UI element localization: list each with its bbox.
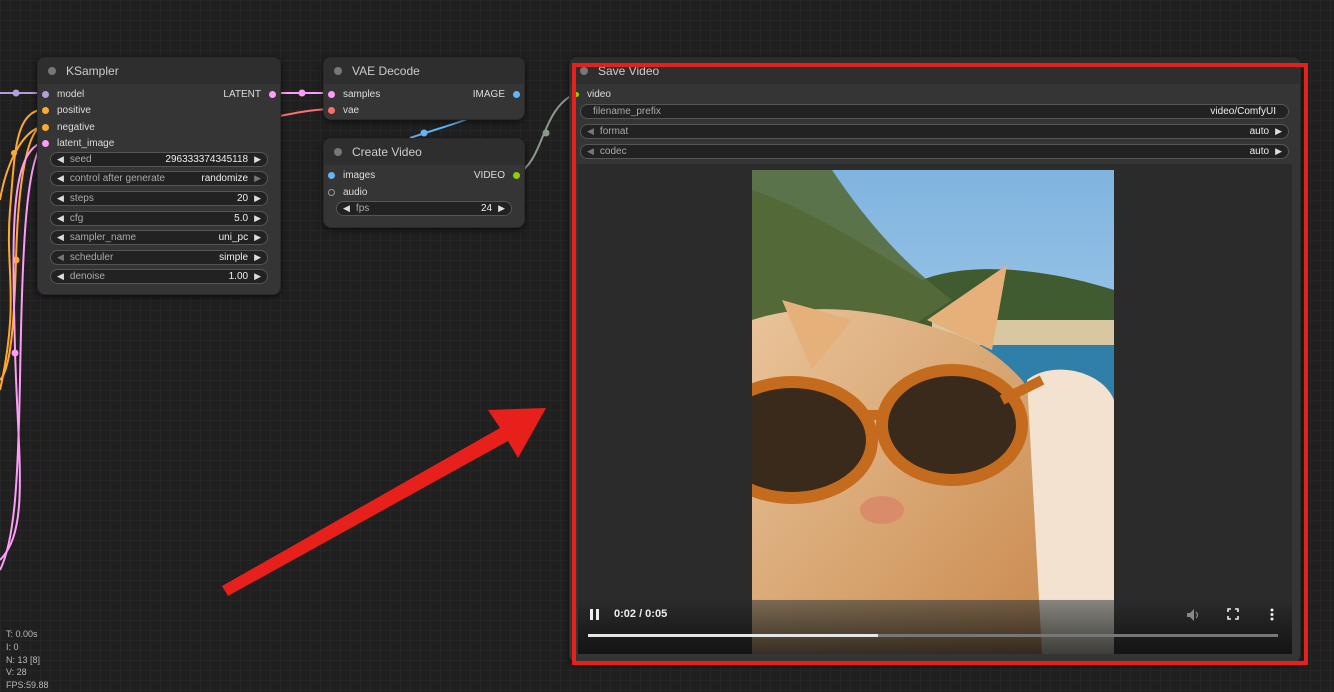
stat-n: N: 13 [8] [6, 654, 41, 665]
latent-slot-icon[interactable] [42, 139, 49, 147]
left-arrow-icon[interactable]: ◀ [587, 146, 594, 157]
widget-seed[interactable]: ◀ seed 296333374345118 ▶ [50, 152, 268, 167]
left-arrow-icon[interactable]: ◀ [57, 213, 64, 224]
ksampler-node[interactable]: KSampler model positive negative latent_… [37, 57, 281, 295]
widget-steps[interactable]: ◀ steps 20 ▶ [50, 191, 268, 206]
save-video-title[interactable]: Save Video [570, 58, 1300, 84]
negative-slot-icon[interactable] [42, 123, 49, 131]
video-slot-icon[interactable] [574, 91, 579, 97]
left-arrow-icon[interactable]: ◀ [57, 271, 64, 282]
input-images[interactable]: images [328, 168, 375, 182]
progress-fill [588, 634, 878, 637]
input-samples[interactable]: samples [328, 87, 380, 101]
right-arrow-icon[interactable]: ▶ [1275, 126, 1282, 137]
video-output-icon[interactable] [513, 171, 520, 179]
right-arrow-icon[interactable]: ▶ [254, 154, 261, 165]
widget-codec[interactable]: ◀ codec auto ▶ [580, 144, 1289, 159]
stat-i: I: 0 [6, 641, 19, 652]
widget-fps[interactable]: ◀ fps 24 ▶ [336, 201, 512, 216]
left-arrow-icon[interactable]: ◀ [57, 232, 64, 243]
input-audio[interactable]: audio [328, 185, 367, 199]
widget-format[interactable]: ◀ format auto ▶ [580, 124, 1289, 139]
stat-v: V: 28 [6, 667, 27, 678]
right-arrow-icon[interactable]: ▶ [1275, 146, 1282, 157]
volume-icon[interactable] [1186, 608, 1200, 622]
collapse-dot-icon[interactable] [48, 67, 56, 75]
video-frame-image [752, 170, 1114, 654]
vae-decode-title[interactable]: VAE Decode [324, 58, 524, 84]
input-model[interactable]: model [42, 87, 84, 101]
vae-slot-icon[interactable] [328, 106, 335, 114]
left-arrow-icon[interactable]: ◀ [57, 193, 64, 204]
stat-t: T: 0.00s [6, 629, 38, 639]
red-arrow [222, 408, 546, 596]
widget-scheduler[interactable]: ◀ scheduler simple ▶ [50, 250, 268, 265]
right-arrow-icon[interactable]: ▶ [254, 193, 261, 204]
input-positive[interactable]: positive [42, 103, 91, 117]
widget-denoise[interactable]: ◀ denoise 1.00 ▶ [50, 269, 268, 284]
widget-cfg[interactable]: ◀ cfg 5.0 ▶ [50, 211, 268, 226]
left-arrow-icon[interactable]: ◀ [343, 203, 350, 214]
images-slot-icon[interactable] [328, 171, 335, 179]
output-video[interactable]: VIDEO [474, 168, 520, 182]
left-arrow-icon[interactable]: ◀ [57, 154, 64, 165]
left-arrow-icon[interactable]: ◀ [57, 252, 64, 263]
right-arrow-icon[interactable]: ▶ [254, 271, 261, 282]
widget-filename-prefix[interactable]: filename_prefix video/ComfyUI [580, 104, 1289, 119]
widget-control-after-generate[interactable]: ◀ control after generate randomize ▶ [50, 171, 268, 186]
output-latent[interactable]: LATENT [223, 87, 276, 101]
more-vert-icon[interactable] [1270, 608, 1274, 621]
samples-slot-icon[interactable] [328, 90, 335, 98]
create-video-node[interactable]: Create Video images audio VIDEO ◀ fps 24 ▶ [323, 138, 525, 228]
fullscreen-icon[interactable] [1227, 608, 1239, 620]
input-video[interactable]: video [574, 87, 611, 101]
create-video-title[interactable]: Create Video [324, 139, 524, 165]
collapse-dot-icon[interactable] [334, 148, 342, 156]
progress-track[interactable] [588, 634, 1278, 637]
output-image[interactable]: IMAGE [473, 87, 520, 101]
input-negative[interactable]: negative [42, 120, 95, 134]
stat-fps: FPS:59.88 [6, 680, 49, 691]
right-arrow-icon[interactable]: ▶ [498, 203, 505, 214]
right-arrow-icon[interactable]: ▶ [254, 252, 261, 263]
vae-decode-node[interactable]: VAE Decode samples vae IMAGE [323, 57, 525, 120]
left-arrow-icon[interactable]: ◀ [587, 126, 594, 137]
stats-panel: T: 0.00s I: 0 N: 13 [8] V: 28 FPS:59.88 [6, 628, 49, 692]
image-output-icon[interactable] [513, 90, 520, 98]
collapse-dot-icon[interactable] [580, 67, 588, 75]
right-arrow-icon[interactable]: ▶ [254, 213, 261, 224]
widget-sampler-name[interactable]: ◀ sampler_name uni_pc ▶ [50, 230, 268, 245]
input-vae[interactable]: vae [328, 103, 359, 117]
model-slot-icon[interactable] [42, 90, 49, 98]
video-controls: 0:02 / 0:05 [578, 598, 1292, 654]
left-arrow-icon[interactable]: ◀ [57, 173, 64, 184]
pause-icon[interactable] [590, 609, 600, 621]
audio-slot-icon[interactable] [328, 188, 335, 196]
input-latent-image[interactable]: latent_image [42, 136, 114, 150]
right-arrow-icon[interactable]: ▶ [254, 173, 261, 184]
ksampler-title[interactable]: KSampler [38, 58, 280, 84]
time-display: 0:02 / 0:05 [614, 608, 668, 620]
collapse-dot-icon[interactable] [334, 67, 342, 75]
positive-slot-icon[interactable] [42, 106, 49, 114]
video-preview[interactable] [752, 170, 1114, 654]
right-arrow-icon[interactable]: ▶ [254, 232, 261, 243]
latent-output-icon[interactable] [269, 90, 276, 98]
